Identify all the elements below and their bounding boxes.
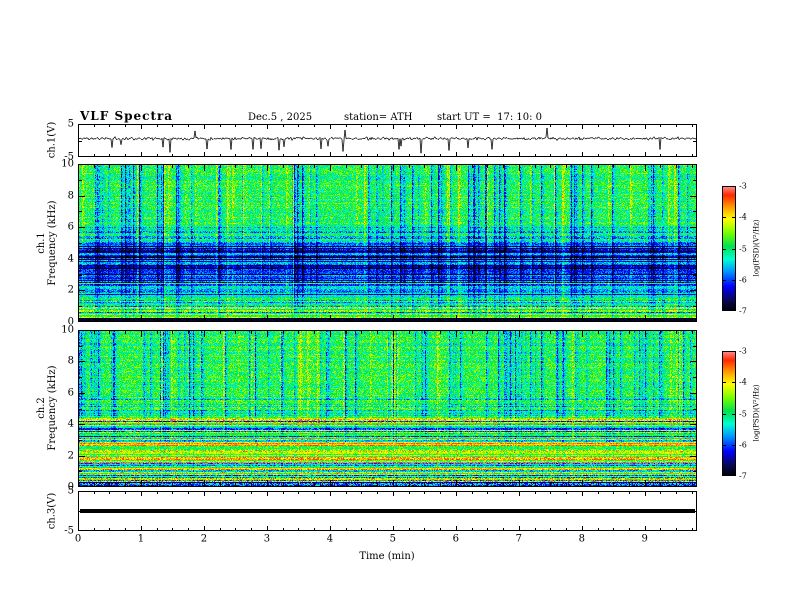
colorbar2-axis-label: log(PSD)(V²/Hz)	[752, 384, 761, 442]
frequency-tick-label: 2	[67, 450, 74, 462]
colorbar-tick-label: -7	[739, 306, 747, 316]
x-tick-label: 6	[452, 533, 459, 545]
colorbar-tick-label: -5	[739, 409, 747, 418]
voltage-tick-label: -5	[64, 151, 74, 163]
colorbar-tick-label: -4	[739, 377, 747, 387]
frequency-tick-label: 2	[67, 284, 74, 296]
ch2-frequency-axis-label: ch.2 Frequency (kHz)	[36, 365, 58, 451]
colorbar-ch2	[722, 351, 736, 476]
ch1-spectrogram-canvas	[78, 164, 697, 322]
colorbar-tick-label: -7	[739, 471, 747, 481]
voltage-tick-label: 5	[67, 485, 74, 497]
frequency-tick-label: 8	[67, 190, 74, 202]
ch1-frequency-axis-label: ch.1 Frequency (kHz)	[36, 200, 58, 286]
frequency-tick-label: 4	[67, 418, 74, 430]
colorbar1-axis-label: log(PSD)(V²/Hz)	[752, 219, 761, 277]
frequency-tick-label: 6	[67, 221, 74, 233]
colorbar-ch1	[722, 186, 736, 311]
colorbar-tick-label: -6	[739, 275, 747, 285]
start-ut-label: start UT = 17: 10: 0	[437, 112, 543, 123]
voltage-tick-label: -5	[64, 525, 74, 537]
x-tick-label: 1	[137, 533, 145, 545]
x-tick-label: 3	[263, 533, 271, 545]
colorbar-tick-label: -4	[739, 212, 747, 222]
x-tick-label: 8	[578, 533, 585, 545]
figure-title: VLF Spectra	[80, 109, 174, 123]
frequency-tick-label: 6	[67, 387, 74, 399]
x-tick-label: 7	[515, 533, 522, 545]
frequency-tick-label: 8	[67, 355, 74, 367]
colorbar-tick-label: -3	[739, 346, 747, 356]
ch3-voltage-axis-label: ch.3(V)	[46, 492, 58, 530]
x-tick-label: 4	[326, 533, 334, 545]
ch3-waveform-canvas	[78, 491, 697, 531]
colorbar-tick-label: -3	[739, 181, 747, 191]
x-tick-label: 2	[200, 533, 208, 545]
time-axis-label: Time (min)	[359, 551, 415, 562]
ch1-waveform-canvas	[78, 124, 697, 157]
x-tick-label: 9	[641, 533, 648, 545]
ch1-voltage-axis-label: ch.1(V)	[46, 121, 58, 159]
frequency-tick-label: 10	[61, 324, 74, 336]
voltage-tick-label: 5	[67, 118, 74, 130]
colorbar-tick-label: -6	[739, 440, 747, 450]
x-tick-label: 5	[389, 533, 397, 545]
station-label: station= ATH	[344, 112, 413, 123]
colorbar-tick-label: -5	[739, 244, 747, 253]
frequency-tick-label: 4	[67, 253, 74, 265]
ch2-spectrogram-canvas	[78, 330, 697, 487]
date-label: Dec.5 , 2025	[248, 112, 313, 123]
vlf-spectra-figure: VLF Spectra Dec.5 , 2025 station= ATH st…	[0, 0, 792, 612]
x-tick-label: 0	[74, 533, 82, 545]
